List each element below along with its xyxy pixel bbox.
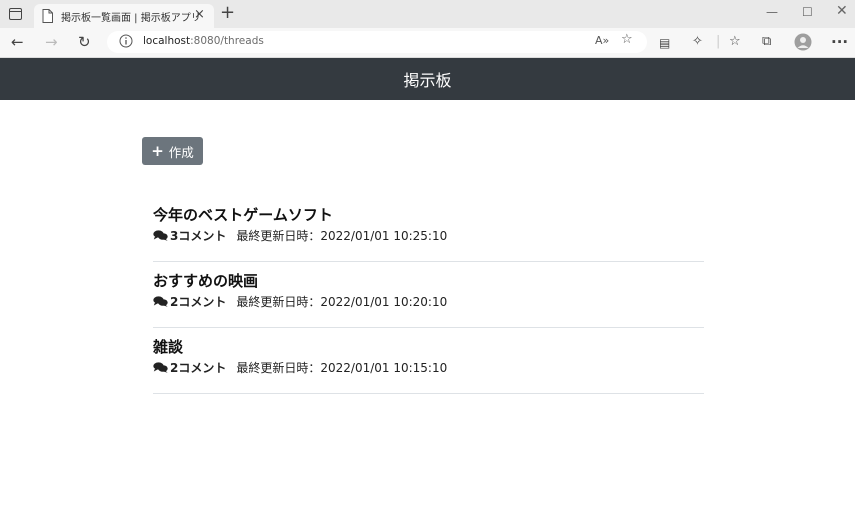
thread-title[interactable]: 雑談 <box>153 336 183 357</box>
toolbar-divider: | <box>716 34 721 49</box>
browser-tab[interactable]: 掲示板一覧画面 | 掲示板アプリ × <box>34 4 214 28</box>
page-icon <box>42 9 53 23</box>
comments-icon <box>153 362 168 373</box>
thread-meta: 2コメント 最終更新日時：2022/01/01 10:20:10 <box>153 293 447 310</box>
profile-icon[interactable] <box>794 33 812 51</box>
comment-count: 2コメント <box>170 361 227 375</box>
read-aloud-icon[interactable]: A» <box>595 34 609 47</box>
collections-icon[interactable]: ⧉ <box>762 33 771 51</box>
add-favorite-icon[interactable]: ☆ <box>621 32 633 47</box>
extensions-icon[interactable]: ✧ <box>692 33 703 51</box>
tab-title: 掲示板一覧画面 | 掲示板アプリ <box>61 13 201 24</box>
browser-nav-bar: ← → ↻ localhost:8080/threads A» ☆ ▤ ✧ | … <box>0 28 855 58</box>
thread-meta: 2コメント 最終更新日時：2022/01/01 10:15:10 <box>153 359 447 376</box>
thread-title[interactable]: 今年のベストゲームソフト <box>153 204 333 225</box>
forward-icon[interactable]: → <box>45 33 58 51</box>
url-path: :8080/threads <box>190 35 264 47</box>
thread-item[interactable]: 今年のベストゲームソフト 3コメント 最終更新日時：2022/01/01 10:… <box>153 196 704 262</box>
create-thread-button[interactable]: + 作成 <box>142 137 203 165</box>
thread-item[interactable]: おすすめの映画 2コメント 最終更新日時：2022/01/01 10:20:10 <box>153 262 704 328</box>
create-button-label: 作成 <box>168 144 194 160</box>
comments-icon <box>153 296 168 307</box>
immersive-reader-icon[interactable]: ▤ <box>659 34 670 52</box>
info-icon[interactable] <box>119 34 133 48</box>
tab-actions-icon[interactable] <box>9 8 22 20</box>
plus-icon: + <box>151 142 164 160</box>
close-icon[interactable]: ✕ <box>836 3 848 19</box>
comment-count: 2コメント <box>170 295 227 309</box>
more-icon[interactable]: ··· <box>831 33 848 51</box>
url-text: localhost:8080/threads <box>143 35 264 47</box>
thread-title[interactable]: おすすめの映画 <box>153 270 258 291</box>
minimize-icon[interactable]: — <box>766 5 778 19</box>
page-title: 掲示板 <box>403 71 452 90</box>
new-tab-button[interactable]: + <box>220 3 235 23</box>
browser-tab-bar: 掲示板一覧画面 | 掲示板アプリ × + — ☐ ✕ <box>0 0 855 28</box>
comments-icon <box>153 230 168 241</box>
refresh-icon[interactable]: ↻ <box>78 33 91 51</box>
thread-item[interactable]: 雑談 2コメント 最終更新日時：2022/01/01 10:15:10 <box>153 328 704 394</box>
app-header: 掲示板 <box>0 58 855 100</box>
back-icon[interactable]: ← <box>11 33 24 51</box>
url-host: localhost <box>143 35 191 47</box>
close-tab-icon[interactable]: × <box>194 7 205 22</box>
address-bar[interactable]: localhost:8080/threads A» ☆ <box>107 31 647 53</box>
thread-meta: 3コメント 最終更新日時：2022/01/01 10:25:10 <box>153 227 447 244</box>
last-updated: 最終更新日時：2022/01/01 10:20:10 <box>236 295 448 309</box>
thread-list: 今年のベストゲームソフト 3コメント 最終更新日時：2022/01/01 10:… <box>153 196 704 394</box>
last-updated: 最終更新日時：2022/01/01 10:25:10 <box>236 229 448 243</box>
last-updated: 最終更新日時：2022/01/01 10:15:10 <box>236 361 448 375</box>
comment-count: 3コメント <box>170 229 227 243</box>
maximize-icon[interactable]: ☐ <box>802 5 813 19</box>
favorites-icon[interactable]: ☆ <box>729 33 741 51</box>
